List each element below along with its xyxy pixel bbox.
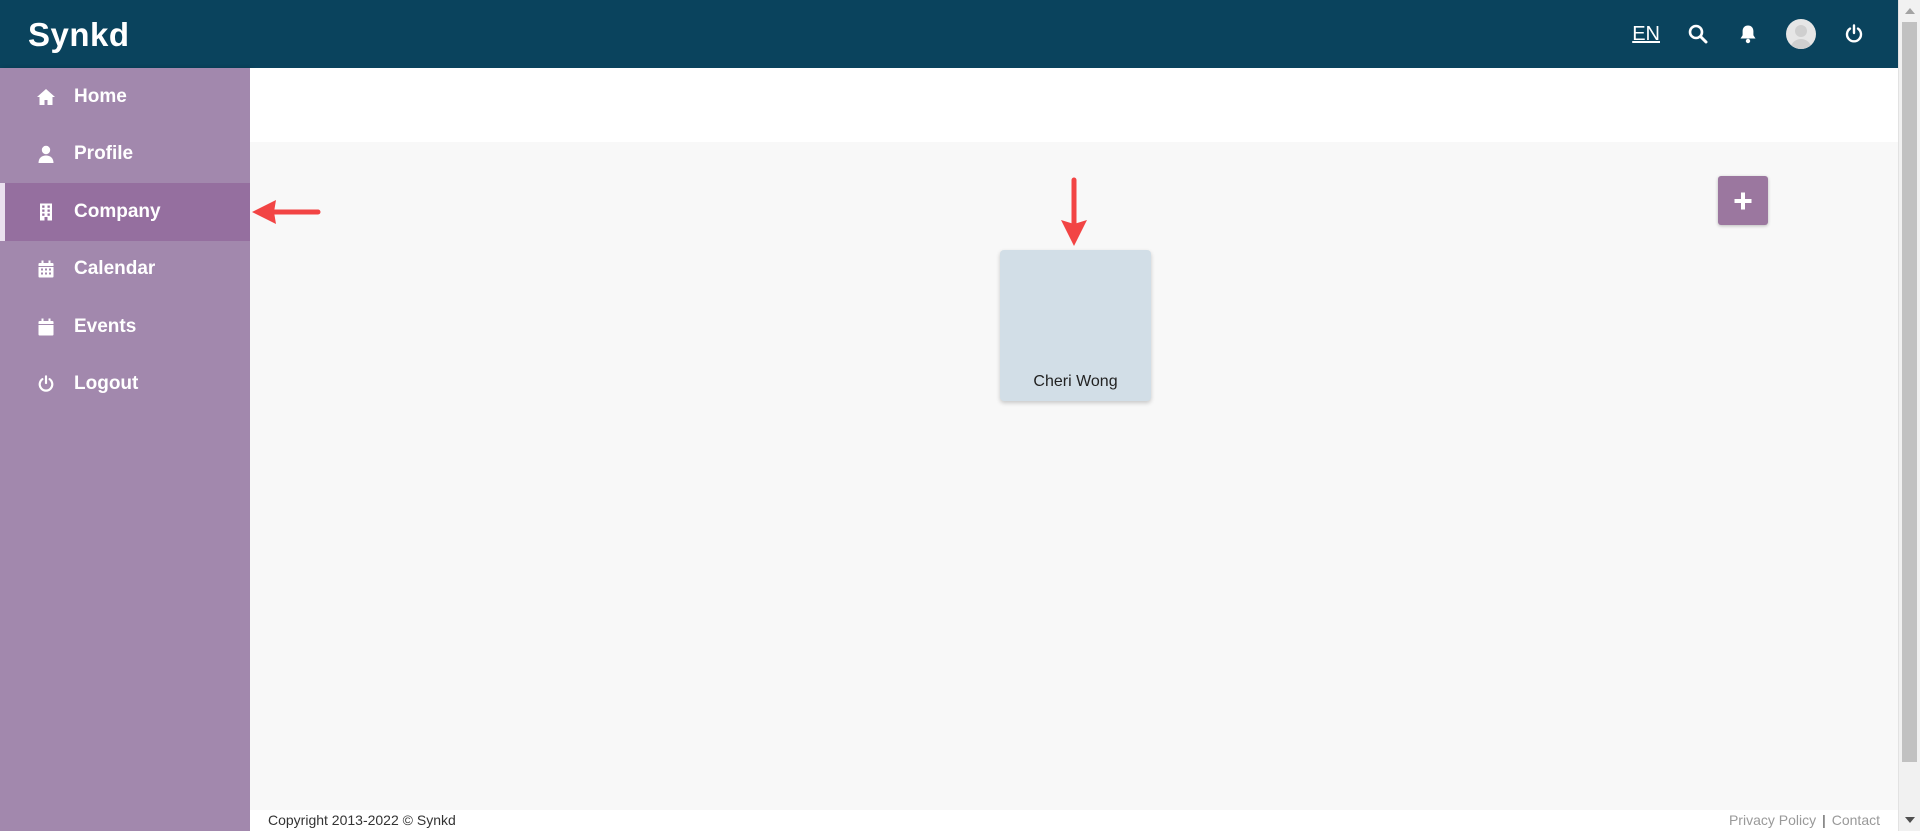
scroll-up-icon[interactable] (1905, 8, 1915, 14)
footer-separator: | (1822, 812, 1826, 828)
footer-links: Privacy Policy | Contact (1729, 812, 1880, 828)
bell-icon[interactable] (1736, 22, 1760, 46)
sidebar-item-label: Profile (74, 143, 134, 165)
sidebar-item-events[interactable]: Events (0, 298, 250, 356)
sidebar-item-logout[interactable]: Logout (0, 356, 250, 414)
avatar[interactable] (1786, 19, 1816, 49)
scrollbar[interactable] (1898, 0, 1920, 831)
add-button[interactable] (1718, 176, 1768, 225)
copyright-text: Copyright 2013-2022 © Synkd (268, 812, 456, 828)
sidebar-item-company[interactable]: Company (0, 183, 250, 241)
sidebar-item-calendar[interactable]: Calendar (0, 241, 250, 299)
user-icon (36, 144, 56, 164)
home-icon (36, 87, 56, 107)
content-header (250, 68, 1898, 142)
sidebar-item-label: Company (74, 200, 161, 222)
annotation-arrow-left (252, 200, 321, 224)
footer: Copyright 2013-2022 © Synkd Privacy Poli… (250, 810, 1898, 831)
power-icon (36, 374, 56, 394)
privacy-policy-link[interactable]: Privacy Policy (1729, 812, 1816, 828)
search-icon[interactable] (1686, 22, 1710, 46)
building-icon (36, 202, 56, 222)
calendar-icon (36, 259, 56, 279)
language-selector[interactable]: EN (1632, 23, 1660, 46)
scroll-down-icon[interactable] (1905, 817, 1915, 823)
card-name: Cheri Wong (1033, 373, 1118, 390)
scroll-thumb[interactable] (1902, 22, 1917, 762)
sidebar-item-label: Events (74, 315, 137, 337)
sidebar-item-label: Home (74, 85, 127, 107)
annotation-arrow-down (1061, 177, 1087, 246)
sidebar-item-label: Calendar (74, 258, 156, 280)
contact-link[interactable]: Contact (1832, 812, 1880, 828)
synkd-logo[interactable]: Synkd (28, 18, 130, 51)
plus-icon (1734, 192, 1752, 209)
top-bar: Synkd EN (0, 0, 1898, 68)
sidebar-item-profile[interactable]: Profile (0, 126, 250, 184)
calendar-icon (36, 317, 56, 337)
company-card[interactable]: Cheri Wong (1000, 250, 1151, 401)
power-icon[interactable] (1842, 22, 1866, 46)
sidebar: Home Profile Company Calendar Events Log… (0, 68, 250, 831)
sidebar-item-label: Logout (74, 373, 139, 395)
sidebar-item-home[interactable]: Home (0, 68, 250, 126)
top-actions: EN (1632, 0, 1878, 68)
